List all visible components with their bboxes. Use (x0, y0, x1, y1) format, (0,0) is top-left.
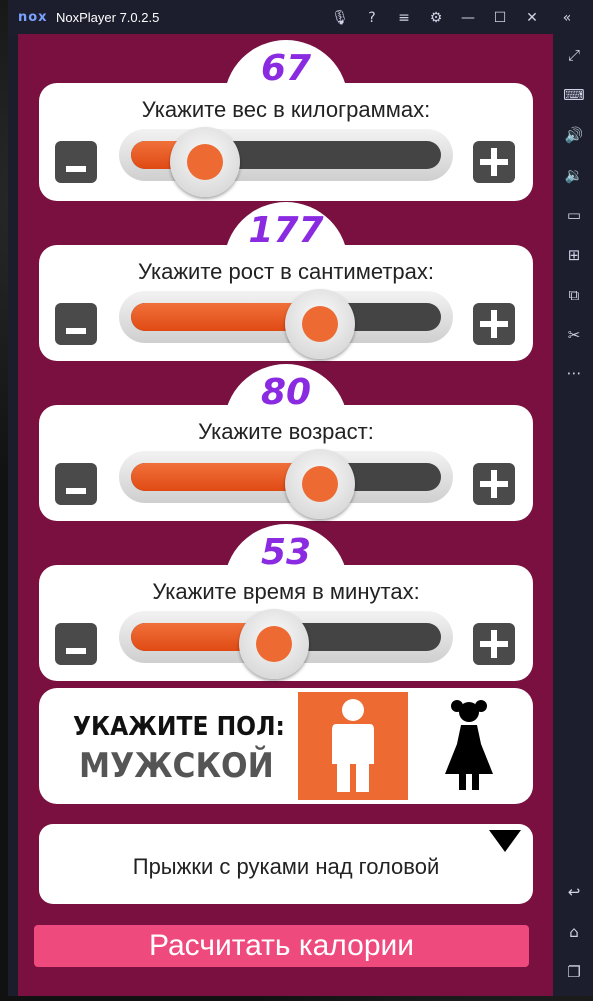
time-label: Укажите время в минутах: (152, 579, 420, 604)
home-icon[interactable]: ⌂ (563, 921, 585, 943)
maximize-icon[interactable]: ☐ (490, 8, 510, 28)
thumb-dot (255, 626, 292, 662)
fullscreen-icon[interactable]: ⤢ (563, 44, 585, 66)
menu-icon[interactable]: ≡ (394, 8, 414, 28)
minus-icon (66, 488, 86, 494)
height-slider-thumb[interactable] (285, 289, 356, 359)
microphone-icon[interactable]: 🎙 (330, 8, 350, 28)
plus-icon-vertical (491, 148, 497, 176)
weight-label: Укажите вес в килограммах: (141, 97, 431, 122)
keyboard-icon[interactable]: ⌨ (563, 84, 585, 106)
age-minus-button[interactable] (55, 463, 97, 505)
more-icon[interactable]: ⋯ (563, 362, 585, 384)
nox-sidebar: ⤢ ⌨ 🔊 🔉 ▭ ⊞ ⧉ ✂ ⋯ ↩ ⌂ ❐ (553, 36, 593, 996)
time-slider-thumb[interactable] (238, 609, 309, 679)
minus-icon (66, 166, 86, 172)
thumb-dot (187, 144, 224, 180)
multi-instance-icon[interactable]: ⧉ (563, 284, 585, 306)
gender-value: МУЖСКОЙ (79, 746, 274, 786)
time-plus-button[interactable] (473, 623, 515, 665)
calculate-calories-button[interactable]: Расчитать калории (34, 925, 529, 967)
close-icon[interactable]: ✕ (522, 8, 542, 28)
gender-card: УКАЖИТЕ ПОЛ: МУЖСКОЙ (39, 688, 533, 804)
scissors-icon[interactable]: ✂ (563, 324, 585, 346)
weight-plus-button[interactable] (473, 141, 515, 183)
exercise-dropdown[interactable]: Прыжки с руками над головой (39, 824, 533, 904)
apk-install-icon[interactable]: ⊞ (563, 244, 585, 266)
plus-icon-vertical (491, 310, 497, 338)
height-plus-button[interactable] (473, 303, 515, 345)
minus-icon (66, 648, 86, 654)
nox-window: nox NoxPlayer 7.0.2.5 🎙 ? ≡ ⚙ — ☐ ✕ « ⤢ … (8, 0, 593, 996)
settings-icon[interactable]: ⚙ (426, 8, 446, 28)
gender-title: УКАЖИТЕ ПОЛ: (73, 712, 285, 742)
plus-icon-vertical (491, 630, 497, 658)
height-label: Укажите рост в сантиметрах: (137, 259, 434, 284)
dropdown-arrow-icon (489, 830, 521, 852)
male-icon (332, 699, 374, 792)
weight-minus-button[interactable] (55, 141, 97, 183)
nox-logo: nox (18, 10, 48, 25)
thumb-dot (302, 466, 339, 502)
help-icon[interactable]: ? (362, 8, 382, 28)
age-label: Укажите возраст: (198, 419, 374, 444)
weight-slider[interactable] (119, 129, 453, 181)
thumb-dot (302, 306, 339, 342)
back-icon[interactable]: ↩ (563, 881, 585, 903)
volume-up-icon[interactable]: 🔊 (563, 124, 585, 146)
plus-icon-vertical (491, 470, 497, 498)
collapse-icon[interactable]: « (557, 8, 577, 28)
age-card: Укажите возраст: (39, 405, 533, 521)
weight-card: Укажите вес в килограммах: (39, 83, 533, 201)
weight-slider-thumb[interactable] (170, 127, 241, 197)
height-card: Укажите рост в сантиметрах: (39, 245, 533, 361)
female-icon (445, 700, 493, 790)
minimize-icon[interactable]: — (458, 8, 478, 28)
calorie-app: 67 Укажите вес в килограммах: 177 Укажит… (18, 34, 553, 996)
window-title: NoxPlayer 7.0.2.5 (56, 10, 160, 25)
titlebar: nox NoxPlayer 7.0.2.5 🎙 ? ≡ ⚙ — ☐ ✕ « (8, 0, 593, 36)
minus-icon (66, 328, 86, 334)
height-minus-button[interactable] (55, 303, 97, 345)
age-slider-thumb[interactable] (285, 449, 356, 519)
female-option[interactable] (429, 692, 509, 800)
time-minus-button[interactable] (55, 623, 97, 665)
volume-down-icon[interactable]: 🔉 (563, 164, 585, 186)
exercise-selected: Прыжки с руками над головой (132, 854, 440, 879)
time-card: Укажите время в минутах: (39, 565, 533, 681)
recent-apps-icon[interactable]: ❐ (563, 961, 585, 983)
male-option[interactable] (298, 692, 408, 800)
age-plus-button[interactable] (473, 463, 515, 505)
screen-icon[interactable]: ▭ (563, 204, 585, 226)
